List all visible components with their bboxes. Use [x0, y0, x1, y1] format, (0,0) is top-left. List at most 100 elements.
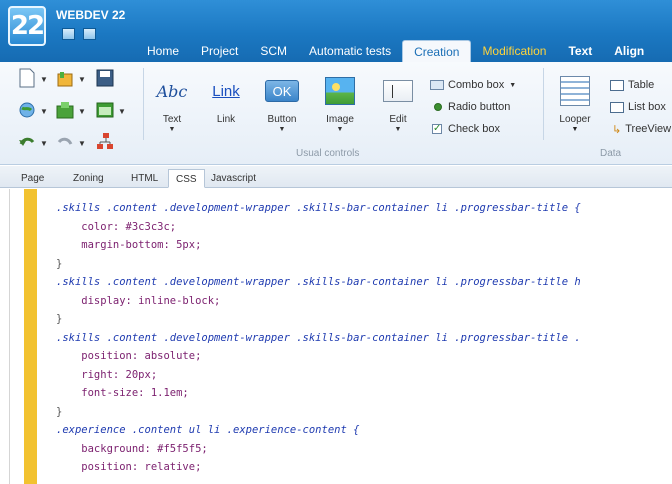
- radio-button-label: Radio button: [448, 101, 511, 113]
- combo-box-button[interactable]: Combo box ▼: [430, 74, 540, 96]
- new-file-button[interactable]: ▼: [18, 68, 52, 90]
- text-control-icon: Abc: [156, 81, 188, 101]
- tab-home[interactable]: Home: [136, 40, 190, 62]
- tab-project[interactable]: Project: [190, 40, 249, 62]
- chevron-down-icon[interactable]: ▼: [40, 75, 48, 84]
- chevron-down-icon: ▼: [336, 126, 344, 133]
- window-icon[interactable]: [83, 28, 96, 40]
- table-icon: [610, 79, 624, 91]
- image-control-button[interactable]: Image ▼: [314, 74, 366, 133]
- chevron-down-icon: ▼: [394, 126, 402, 133]
- edit-control-button[interactable]: Edit ▼: [372, 74, 424, 133]
- data-controls: Table List box ↳ TreeView: [610, 74, 672, 140]
- chevron-down-icon[interactable]: ▼: [40, 139, 48, 148]
- edit-control-label: Edit: [389, 114, 407, 125]
- list-box-button[interactable]: List box: [610, 96, 672, 118]
- code-line: right: 20px;: [56, 368, 158, 381]
- grid-icon[interactable]: [62, 28, 75, 40]
- text-control-button[interactable]: Abc Text ▼: [146, 74, 198, 134]
- code-line: background: #f5f5f5;: [56, 442, 208, 455]
- button-control-button[interactable]: OK Button ▼: [256, 74, 308, 133]
- change-marker-bar: [24, 189, 37, 484]
- check-box-icon: ✓: [432, 123, 442, 134]
- save-button[interactable]: [96, 68, 130, 90]
- code-line: display: inline-block;: [56, 294, 221, 307]
- deploy-button[interactable]: ▼: [56, 100, 90, 122]
- chevron-down-icon[interactable]: ▼: [118, 107, 126, 116]
- deploy-icon: [56, 102, 74, 119]
- tab-automatic-tests[interactable]: Automatic tests: [298, 40, 402, 62]
- redo-icon: [57, 137, 73, 145]
- ribbon-panel: ▼ ▼ ▼ ▼ ▼ ▼ ▼ Abc Text ▼ Link Link OK Bu…: [0, 62, 672, 165]
- tab-html[interactable]: HTML: [124, 169, 165, 188]
- group-label-usual: Usual controls: [296, 148, 360, 159]
- tab-zoning[interactable]: Zoning: [66, 169, 111, 188]
- chevron-down-icon[interactable]: ▼: [40, 107, 48, 116]
- chevron-down-icon: ▼: [168, 126, 176, 133]
- window-add-button[interactable]: ▼: [96, 100, 130, 122]
- image-control-label: Image: [326, 114, 354, 125]
- app-title: WEBDEV 22: [56, 8, 126, 22]
- css-code[interactable]: .skills .content .development-wrapper .s…: [56, 199, 672, 477]
- hierarchy-button[interactable]: [96, 132, 130, 154]
- combo-box-label: Combo box: [448, 79, 505, 91]
- code-line: position: absolute;: [56, 350, 202, 362]
- check-box-label: Check box: [448, 123, 500, 135]
- check-box-button[interactable]: ✓ Check box: [430, 118, 540, 140]
- tab-modification[interactable]: Modification: [471, 40, 557, 62]
- link-control-button[interactable]: Link Link: [200, 74, 252, 126]
- group-separator: [143, 68, 144, 140]
- looper-label: Looper: [559, 114, 591, 125]
- tab-align[interactable]: Align: [603, 40, 655, 62]
- code-line: }: [56, 405, 63, 418]
- chevron-down-icon[interactable]: ▼: [78, 107, 86, 116]
- code-line: }: [56, 257, 63, 270]
- radio-button-icon: [434, 103, 442, 111]
- save-icon: [96, 69, 114, 87]
- tab-text[interactable]: Text: [557, 40, 603, 62]
- undo-icon: [19, 137, 35, 146]
- chevron-down-icon: ▼: [278, 126, 286, 133]
- tab-creation[interactable]: Creation: [402, 40, 472, 62]
- treeview-button[interactable]: ↳ TreeView: [610, 118, 672, 140]
- tab-javascript[interactable]: Javascript: [204, 169, 263, 188]
- list-box-icon: [610, 101, 624, 113]
- undo-button[interactable]: ▼: [18, 132, 52, 154]
- hierarchy-icon: [97, 133, 113, 149]
- button-control-label: Button: [267, 114, 297, 125]
- treeview-label: TreeView: [625, 123, 672, 135]
- tab-page[interactable]: Page: [14, 169, 51, 188]
- radio-button-button[interactable]: Radio button: [430, 96, 540, 118]
- editor-tabs: Page Zoning HTML CSS Javascript: [0, 166, 672, 188]
- new-file-icon: [19, 68, 35, 88]
- globe-button[interactable]: ▼: [18, 100, 52, 122]
- link-control-icon: Link: [212, 82, 240, 100]
- table-label: Table: [628, 79, 655, 91]
- table-button[interactable]: Table: [610, 74, 672, 96]
- code-line: .skills .content .development-wrapper .s…: [56, 331, 581, 344]
- title-bar: 22 WEBDEV 22 Home Project SCM Automatic …: [0, 0, 672, 62]
- code-line: position: relative;: [56, 461, 202, 473]
- webdev-logo: 22: [8, 6, 46, 46]
- small-controls: Combo box ▼ Radio button ✓ Check box: [430, 74, 540, 140]
- code-line: margin-bottom: 5px;: [56, 239, 202, 251]
- group-separator: [543, 68, 544, 140]
- open-button[interactable]: ▼: [56, 68, 90, 90]
- treeview-icon: ↳: [612, 123, 622, 136]
- tab-scm[interactable]: SCM: [249, 40, 298, 62]
- window-add-icon: [96, 102, 114, 118]
- gutter-divider: [9, 189, 10, 484]
- globe-icon: [19, 102, 35, 118]
- code-line: .skills .content .development-wrapper .s…: [56, 276, 581, 288]
- chevron-down-icon[interactable]: ▼: [78, 139, 86, 148]
- looper-button[interactable]: Looper ▼: [552, 74, 598, 133]
- image-icon: [325, 77, 355, 105]
- quick-actions: ▼ ▼ ▼ ▼ ▼ ▼ ▼: [18, 66, 138, 156]
- edit-field-icon: [383, 80, 413, 102]
- group-label-data: Data: [600, 148, 622, 159]
- tab-css[interactable]: CSS: [168, 169, 205, 188]
- code-editor[interactable]: .skills .content .development-wrapper .s…: [0, 189, 672, 484]
- redo-button[interactable]: ▼: [56, 132, 90, 154]
- looper-icon: [560, 76, 590, 106]
- chevron-down-icon[interactable]: ▼: [78, 75, 86, 84]
